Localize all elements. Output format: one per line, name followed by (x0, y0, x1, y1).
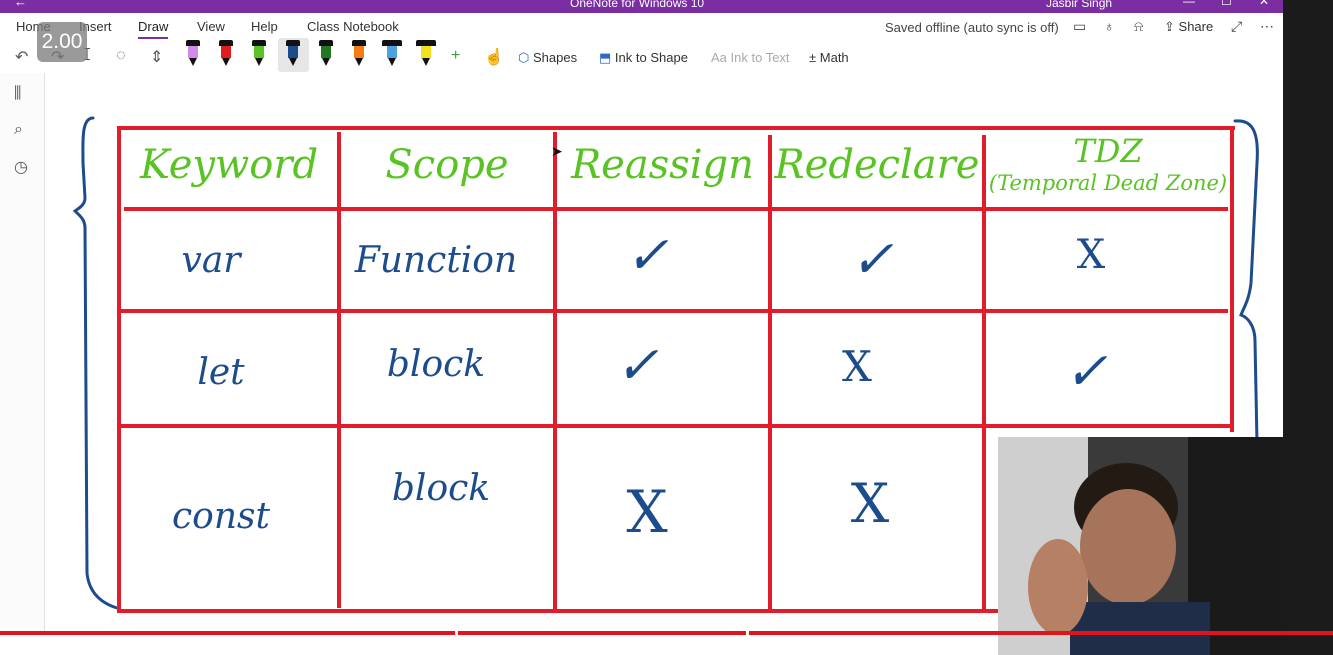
more-options-icon[interactable]: ⋯ (1260, 18, 1274, 35)
grid-line-header (124, 207, 1228, 211)
video-progress-bar[interactable] (0, 631, 1333, 635)
ink-to-shape-icon: ⬒ (599, 50, 612, 65)
highlighter-light-blue[interactable] (382, 40, 402, 66)
pen-pink-body (188, 46, 198, 58)
back-arrow-icon[interactable]: ← (14, 0, 27, 9)
cell-var-tdz: X (1076, 232, 1106, 278)
pen-red[interactable] (219, 40, 233, 66)
notebook-icon[interactable]: ▭ (1073, 18, 1086, 35)
video-edge (1283, 0, 1333, 655)
header-tdz-note: (Temporal Dead Zone) (988, 171, 1228, 195)
ink-to-shape-label: Ink to Shape (614, 50, 688, 65)
shapes-icon: ⬡ (518, 50, 530, 65)
ink-to-text-icon: Aa (711, 50, 727, 65)
bell-icon[interactable]: ⍾ (1134, 18, 1143, 35)
grid-line-row1 (120, 309, 1228, 313)
maximize-icon[interactable]: ☐ (1221, 0, 1232, 8)
cell-const-redeclare: X (850, 472, 890, 535)
cell-let-tdz: ✓ (1064, 342, 1108, 402)
touch-draw-icon[interactable]: ☝ (484, 47, 504, 67)
grid-line-row2 (120, 424, 1230, 428)
pen-pink[interactable] (186, 40, 200, 66)
ink-to-shape-button[interactable]: ⬒ Ink to Shape (599, 50, 688, 66)
share-icon: ⇪ (1164, 19, 1175, 34)
cell-const-keyword: const (172, 496, 270, 537)
cell-const-reassign: X (626, 478, 668, 546)
shapes-button[interactable]: ⬡ Shapes (518, 50, 577, 66)
window-title: OneNote for Windows 10 (570, 0, 705, 10)
pen-green[interactable] (252, 40, 266, 66)
pen-blue[interactable] (286, 40, 300, 66)
lightbulb-icon[interactable]: ♁ (1104, 18, 1115, 34)
mouse-cursor-icon: ➤ (551, 143, 563, 159)
presenter-webcam (998, 437, 1283, 655)
playback-speed-badge: 2.00 (37, 22, 87, 62)
share-label: Share (1178, 19, 1214, 34)
tab-class-notebook[interactable]: Class Notebook (307, 19, 399, 34)
title-bar: ← OneNote for Windows 10 Jasbir Singh — … (0, 0, 1283, 13)
header-scope: Scope (385, 142, 509, 188)
add-pen-icon[interactable]: + (451, 47, 460, 65)
ink-to-text-label: Ink to Text (730, 50, 790, 65)
math-button[interactable]: ± Math (809, 50, 849, 65)
lasso-select-icon[interactable]: ◌ (116, 47, 126, 65)
grid-line-top (117, 126, 1235, 130)
shapes-label: Shapes (532, 50, 578, 65)
grid-line-bottom (118, 609, 998, 613)
chapter-marker (455, 631, 458, 635)
pen-orange[interactable] (352, 40, 366, 66)
left-sidebar: ⫼ ⌕ ◷ (0, 73, 45, 633)
cell-let-redeclare: X (842, 342, 872, 391)
recent-clock-icon[interactable]: ◷ (14, 157, 28, 177)
user-name[interactable]: Jasbir Singh (1046, 0, 1112, 10)
undo-icon[interactable]: ↶ (15, 47, 28, 67)
sync-status: Saved offline (auto sync is off) (885, 20, 1059, 35)
minimize-icon[interactable]: — (1183, 0, 1195, 8)
close-icon[interactable]: ✕ (1259, 0, 1269, 8)
cell-var-redeclare: ✓ (850, 230, 894, 290)
search-icon[interactable]: ⌕ (14, 121, 23, 139)
share-button[interactable]: ⇪ Share (1164, 19, 1213, 35)
notebooks-icon[interactable]: ⫼ (14, 85, 21, 103)
highlighter-yellow[interactable] (416, 40, 436, 66)
cell-const-scope: block (391, 468, 491, 509)
math-label: Math (819, 50, 849, 65)
cell-let-scope: block (386, 344, 486, 385)
header-redeclare: Redeclare (774, 142, 980, 188)
cell-var-scope: Function (354, 240, 518, 281)
ribbon-tabs: Home Insert Draw View Help Class Noteboo… (0, 13, 1283, 43)
tab-draw[interactable]: Draw (138, 19, 169, 39)
pen-dark-green[interactable] (319, 40, 333, 66)
tab-view[interactable]: View (197, 19, 225, 34)
math-icon: ± (809, 50, 817, 65)
tab-help[interactable]: Help (251, 19, 278, 34)
header-tdz: TDZ (1073, 132, 1143, 170)
expand-icon[interactable]: ⤢ (1231, 18, 1242, 35)
ink-to-text-button[interactable]: Aa Ink to Text (711, 50, 790, 65)
cell-let-keyword: let (197, 352, 245, 393)
cell-let-reassign: ✓ (615, 336, 659, 396)
add-space-icon[interactable]: ⇕ (150, 47, 163, 67)
cell-var-keyword: var (181, 240, 241, 281)
header-keyword: Keyword (139, 142, 319, 188)
header-reassign: Reassign (571, 142, 754, 188)
cell-var-reassign: ✓ (625, 226, 669, 286)
grid-col-right (1230, 126, 1234, 432)
chapter-marker (746, 631, 749, 635)
presenter-figure (998, 437, 1283, 655)
